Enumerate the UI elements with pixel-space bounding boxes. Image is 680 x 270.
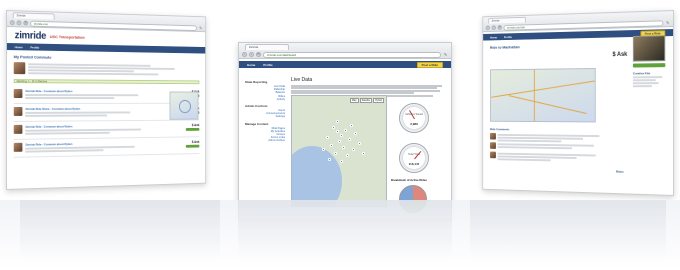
route-map[interactable] [489, 68, 596, 123]
wrench-icon[interactable]: ✎ [443, 52, 448, 57]
vehicles-saved-gauge: Vehicles Saved 2,989 [399, 103, 429, 133]
wrench-icon[interactable]: ✎ [199, 25, 203, 31]
avatar [13, 142, 23, 152]
forward-icon[interactable]: › [491, 25, 496, 31]
left-browser-window: Zimride ‹ › ↻ zimride.com ✎ zimride USC … [6, 10, 207, 190]
browser-tab[interactable]: Zimride [245, 44, 289, 50]
section-heading: Ride Comments [489, 127, 510, 132]
sidebar-heading: Admin Controls [245, 104, 268, 109]
comment [489, 142, 605, 151]
wrench-icon[interactable]: ✎ [665, 20, 670, 25]
page-title: Live Data [291, 77, 313, 83]
browser-chrome: Zimride ‹ › ↻ zimride.com/dashboard ✎ [239, 43, 451, 59]
page-title: My Posted Commute [13, 54, 52, 60]
ride-listing[interactable]: Zimride Ride - Commute about Ryden $ Ask [13, 137, 200, 158]
right-browser-window: Zimride ‹ › ↻ zimride.com/ride ✎ Home Pr… [482, 10, 674, 196]
contact-driver-button[interactable] [632, 63, 666, 68]
main-nav: Home Profile Post a Ride [239, 61, 451, 68]
avatar [13, 62, 26, 75]
avatar [489, 132, 496, 140]
floor-reflection [0, 200, 680, 270]
pie-title: Breakdown of Active Rides [391, 178, 427, 182]
nav-profile[interactable]: Profile [30, 45, 39, 49]
nav-home[interactable]: Home [247, 63, 255, 67]
network-name: USC Transportation [49, 33, 85, 40]
forward-icon[interactable]: › [249, 52, 254, 57]
route-map[interactable] [169, 91, 199, 120]
back-icon[interactable]: ‹ [9, 20, 15, 26]
sidebar-link[interactable]: Settings [245, 115, 285, 118]
nav-profile[interactable]: Profile [504, 35, 512, 39]
matches-banner: Matching: 1 - 15 of Matches [13, 79, 200, 85]
nav-profile[interactable]: Profile [263, 63, 272, 67]
page-title: Ride to Manhattan [489, 44, 520, 50]
admin-sidebar: State Reporting Live Data Ridership Bala… [245, 77, 285, 143]
profile-name[interactable]: Creative Kim [633, 71, 665, 75]
reload-icon[interactable]: ↻ [497, 25, 502, 30]
nav-home[interactable]: Home [490, 35, 497, 39]
comment [489, 151, 605, 164]
ride-ask: $ Ask [185, 123, 200, 133]
avatar [13, 124, 23, 134]
hybrid-type-button[interactable]: Hybrid [373, 98, 384, 103]
center-browser-window: Zimride ‹ › ↻ zimride.com/dashboard ✎ Ho… [238, 42, 452, 220]
back-icon[interactable]: ‹ [242, 52, 247, 57]
browser-tab[interactable]: Zimride [488, 16, 527, 24]
profile-summary [13, 62, 200, 77]
reload-icon[interactable]: ↻ [23, 20, 29, 26]
ride-ask: $ Ask [185, 140, 200, 151]
sidebar-heading: State Reporting [245, 80, 268, 84]
live-rides-map[interactable]: Map Satellite Hybrid [291, 95, 387, 207]
section-heading: Rides [616, 169, 624, 174]
ride-button[interactable] [185, 144, 200, 148]
forward-icon[interactable]: › [16, 20, 22, 26]
nav-home[interactable]: Home [15, 45, 23, 49]
map-type-button[interactable]: Map [349, 98, 359, 103]
satellite-type-button[interactable]: Satellite [359, 98, 373, 103]
avatar [13, 89, 23, 99]
ride-button[interactable] [185, 127, 200, 131]
gauge-label: Total Trips [408, 153, 420, 156]
sidebar-heading: Manage Content [245, 121, 269, 126]
sidebar-link[interactable]: Admin Archive [245, 139, 285, 142]
live-data-panel: Live Data Map Satellite Hybrid Vehicles [291, 77, 445, 213]
avatar [489, 151, 496, 159]
driver-photo [632, 35, 666, 62]
browser-tab[interactable]: Zimride [12, 12, 55, 20]
gauge-value: 2,989 [410, 122, 418, 126]
sidebar-link[interactable]: Activity [245, 98, 285, 101]
post-ride-button[interactable]: Post a Ride [416, 61, 443, 68]
gauge-label: Vehicles Saved [405, 113, 423, 116]
avatar [13, 106, 23, 116]
back-icon[interactable]: ‹ [485, 25, 490, 31]
address-bar[interactable]: zimride.com/dashboard [263, 51, 441, 58]
ride-title[interactable]: Zimride Ride - Commute about Ryden [25, 89, 183, 93]
zimride-logo[interactable]: zimride [15, 30, 46, 42]
reload-icon[interactable]: ↻ [256, 52, 261, 57]
gauge-value: 116,147 [408, 162, 420, 166]
ride-ask-price: $ Ask [612, 51, 628, 59]
avatar [489, 142, 496, 149]
total-trips-gauge: Total Trips 116,147 [399, 143, 429, 173]
ride-title[interactable]: Zimride Ride Share - Commute about Ryden [25, 107, 183, 111]
